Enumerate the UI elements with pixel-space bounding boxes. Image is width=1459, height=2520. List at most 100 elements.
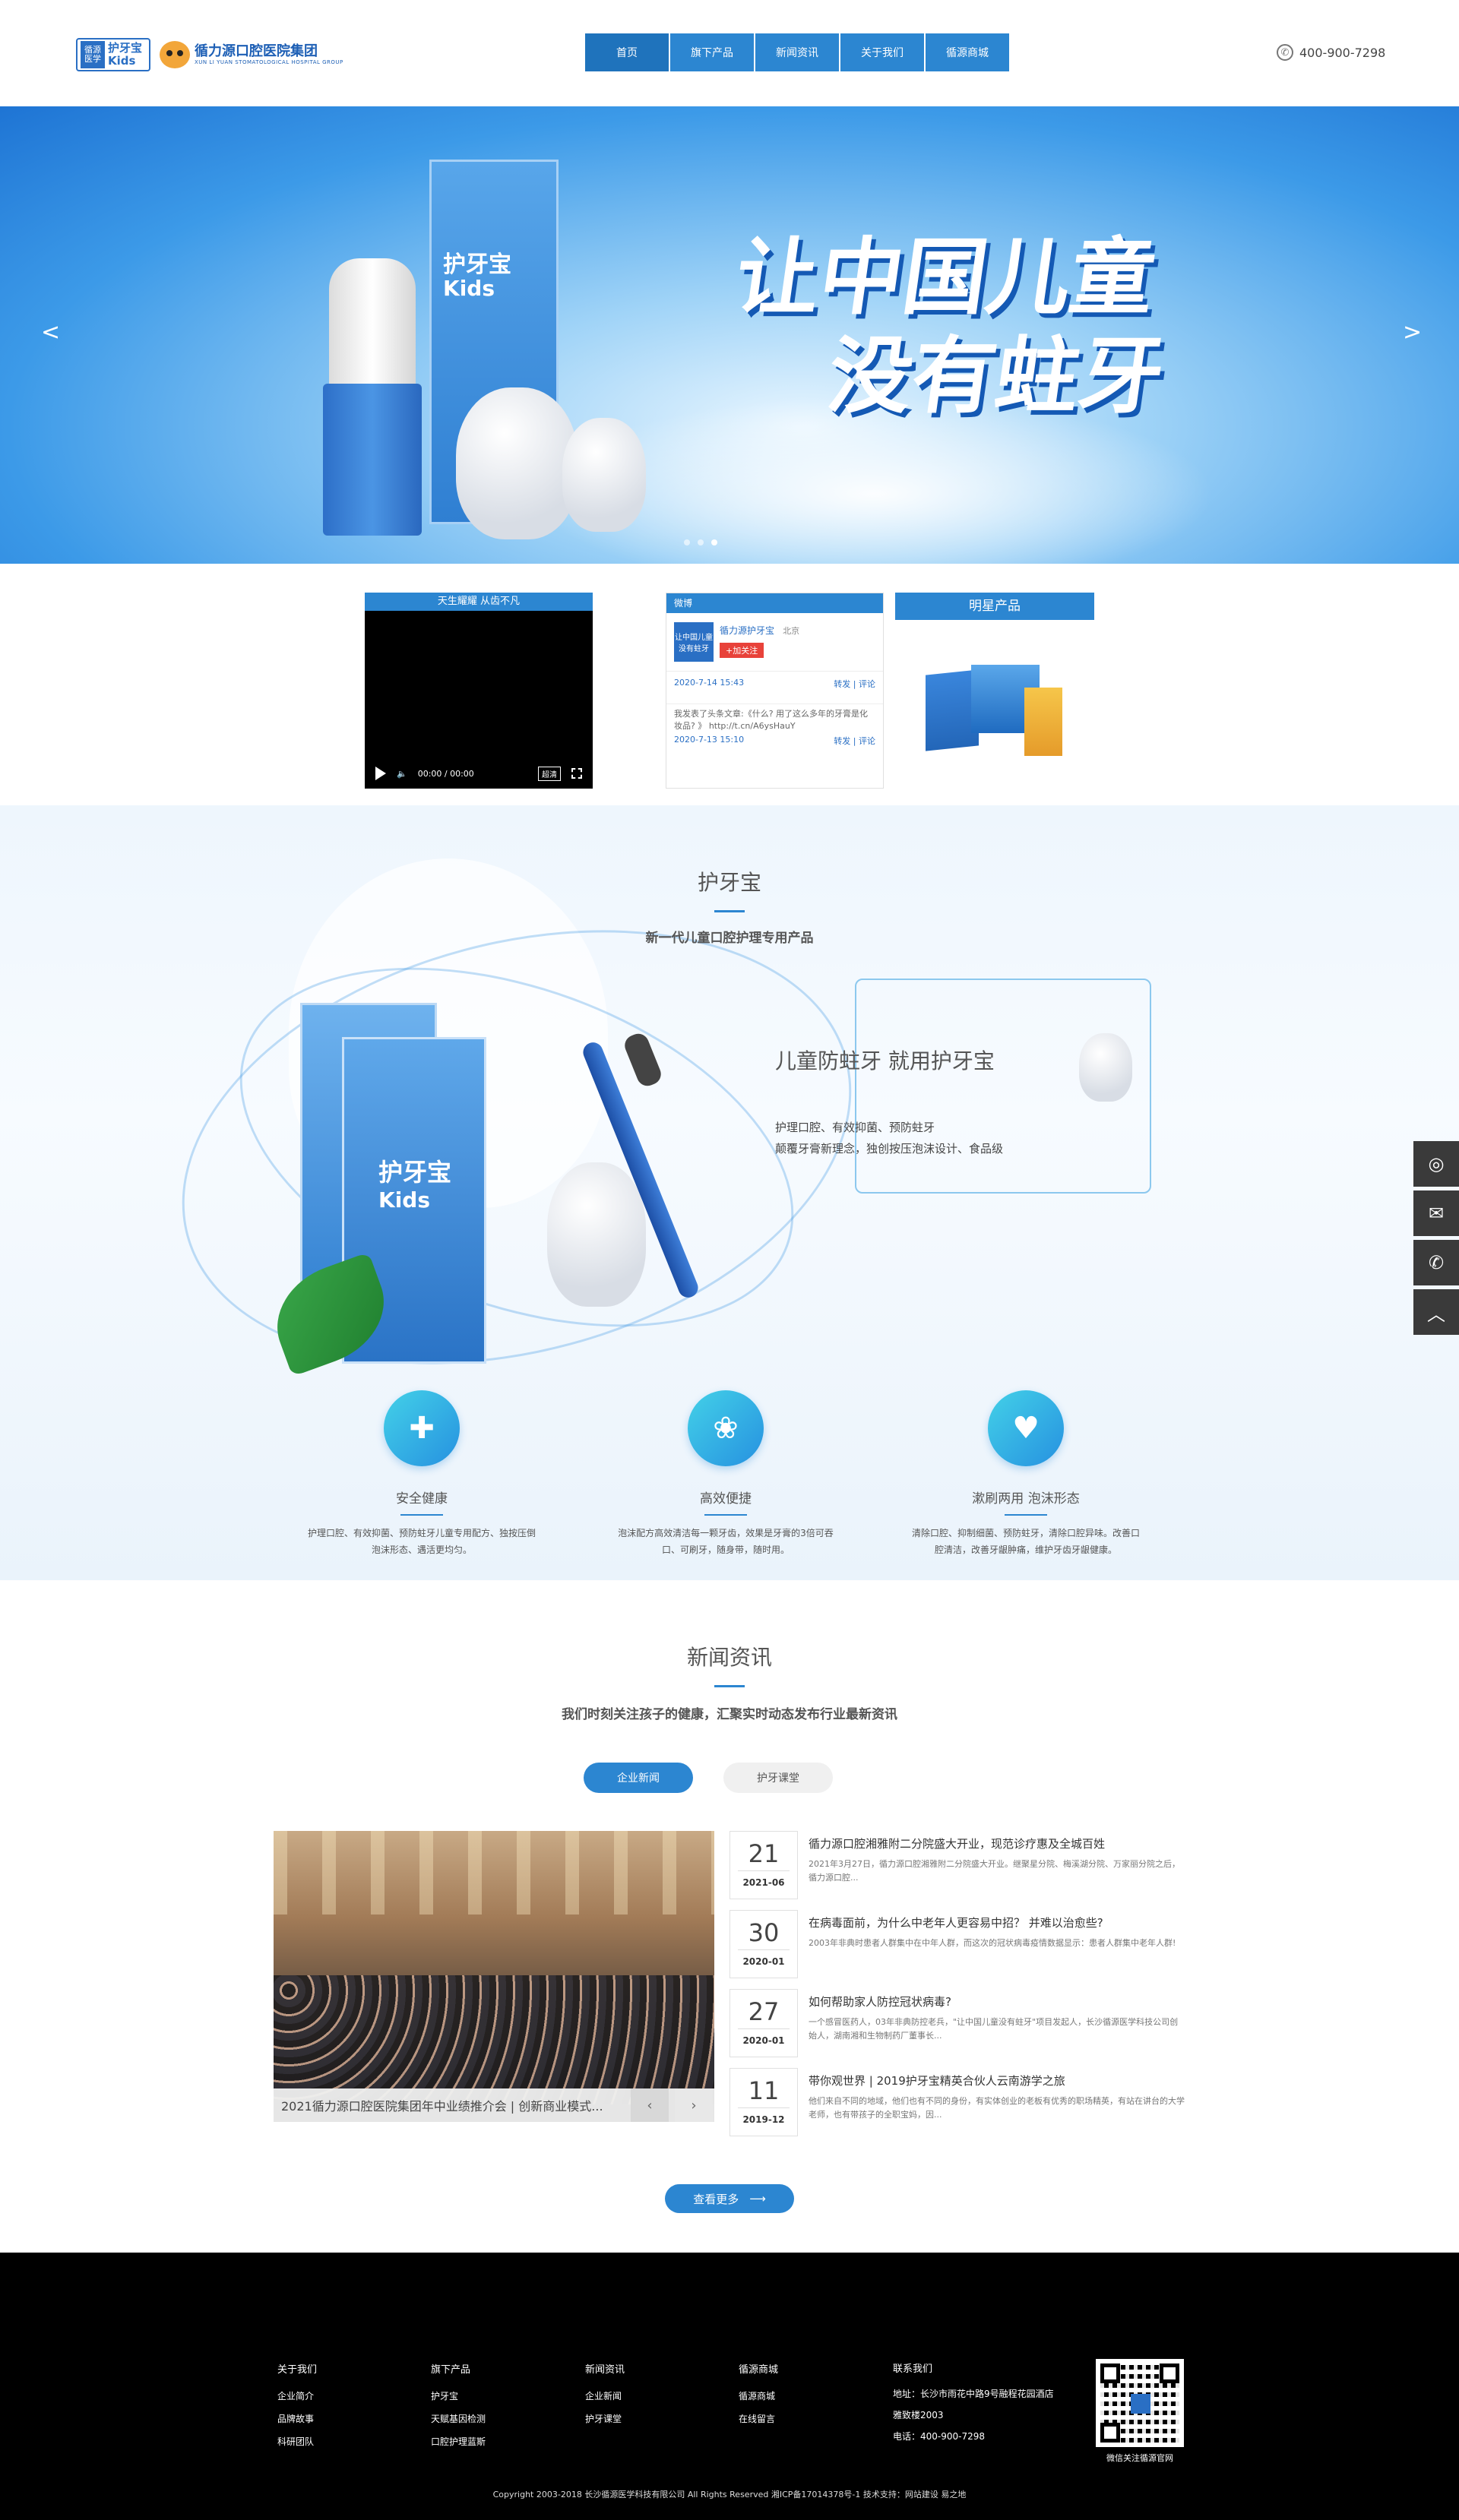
callout-line1: 护理口腔、有效抑菌、预防蛀牙 — [775, 1121, 935, 1134]
callout-line2: 颠覆牙膏新理念，独创按压泡沫设计、食品级 — [775, 1142, 1004, 1156]
qr-caption: 微信关注循源官网 — [1106, 2453, 1173, 2463]
footer-col-head[interactable]: 循源商城 — [739, 2359, 778, 2382]
feature-card: ✚ 安全健康 护理口腔、有效抑菌、预防蛀牙儿童专用配方、独按压倒泡沫形态、遇活更… — [300, 1390, 543, 1558]
header-phone[interactable]: ✆ 400-900-7298 — [1277, 44, 1385, 61]
fullscreen-icon[interactable] — [571, 768, 582, 779]
footer-link[interactable]: 循源商城 — [739, 2385, 778, 2408]
news-list: 21 2021-06 循力源口腔湘雅附二分院盛大开业，现范诊疗惠及全城百姓 20… — [730, 1831, 1185, 2147]
wechat-float-button[interactable]: ✉ — [1413, 1190, 1459, 1236]
feature-desc: 清除口腔、抑制细菌、预防蛀牙，清除口腔异味。改善口腔清洁，改善牙龈肿痛，维护牙齿… — [912, 1528, 1141, 1555]
star-product-widget[interactable]: 明星产品 — [895, 593, 1094, 789]
news-date: 27 2020-01 — [730, 1989, 798, 2057]
nav-home[interactable]: 首页 — [585, 33, 669, 71]
feature-title: 安全健康 — [396, 1491, 448, 1507]
footer-link[interactable]: 口腔护理蓝斯 — [431, 2430, 486, 2453]
feature-desc: 护理口腔、有效抑菌、预防蛀牙儿童专用配方、独按压倒泡沫形态、遇活更均匀。 — [308, 1528, 536, 1555]
brand-logo: 循源医学 护牙宝 Kids — [76, 38, 150, 71]
weibo-follow-button[interactable]: +加关注 — [720, 643, 764, 658]
nav-about[interactable]: 关于我们 — [840, 33, 924, 71]
news-year-month: 2021-06 — [742, 1877, 785, 1888]
news-item[interactable]: 30 2020-01 在病毒面前，为什么中老年人更容易中招？ 并难以治愈些? 2… — [730, 1910, 1185, 1989]
weibo-location: 北京 — [783, 626, 800, 636]
news-day: 11 — [738, 2069, 790, 2108]
phone-float-button[interactable]: ✆ — [1413, 1240, 1459, 1285]
view-more-button[interactable]: 查看更多 ⟶ — [665, 2184, 794, 2213]
weibo-post-actions[interactable]: 转发 | 评论 — [834, 678, 875, 690]
weibo-post-actions[interactable]: 转发 | 评论 — [834, 735, 875, 747]
qr-finder — [1100, 2363, 1120, 2383]
wechat-icon: ✉ — [1428, 1203, 1445, 1224]
footer-link[interactable]: 天赋基因检测 — [431, 2408, 486, 2430]
nav-shop[interactable]: 循源商城 — [926, 33, 1009, 71]
bottle-cap — [329, 258, 416, 387]
banner-dot-active[interactable] — [711, 539, 717, 545]
star-product-title: 明星产品 — [895, 593, 1094, 620]
weibo-post-date[interactable]: 2020-7-14 15:43 — [674, 678, 744, 690]
group-name: 循力源口腔医院集团 — [195, 43, 318, 59]
news-item-title[interactable]: 带你观世界 | 2019护牙宝精英合伙人云南游学之旅 — [809, 2073, 1185, 2088]
logo[interactable]: 循源医学 护牙宝 Kids 循力源口腔医院集团 XUN LI YUAN STOM… — [76, 38, 343, 71]
footer-col-head[interactable]: 关于我们 — [277, 2359, 317, 2382]
weibo-avatar[interactable]: 让中国儿童没有蛀牙 — [674, 622, 714, 662]
news-item-title[interactable]: 循力源口腔湘雅附二分院盛大开业，现范诊疗惠及全城百姓 — [809, 1835, 1185, 1851]
logo-badge-text: 护牙宝 — [108, 41, 143, 55]
intro-title-underline — [714, 910, 745, 912]
quality-button[interactable]: 超清 — [538, 766, 561, 781]
play-icon[interactable] — [375, 767, 386, 780]
news-item-summary: 一个感冒医药人，03年非典防控老兵，"让中国儿童没有蛀牙"项目发起人，长沙循源医… — [809, 2017, 1179, 2041]
headline-line2: 没有蛀牙 — [821, 327, 1170, 425]
logo-kids-text: Kids — [108, 54, 136, 68]
footer-link[interactable]: 企业简介 — [277, 2385, 317, 2408]
chevron-right-icon[interactable]: › — [675, 2088, 713, 2122]
qq-float-button[interactable]: ◎ — [1413, 1141, 1459, 1187]
news-item[interactable]: 11 2019-12 带你观世界 | 2019护牙宝精英合伙人云南游学之旅 他们… — [730, 2068, 1185, 2147]
footer-link[interactable]: 企业新闻 — [585, 2385, 625, 2408]
news-featured-photo[interactable]: 2021循力源口腔医院集团年中业绩推介会 | 创新商业模式... ‹ › — [274, 1831, 714, 2122]
kit-box-right — [1024, 688, 1062, 756]
banner-dot[interactable] — [684, 539, 690, 545]
news-item-title[interactable]: 如何帮助家人防控冠状病毒? — [809, 1994, 1185, 2009]
news-item[interactable]: 27 2020-01 如何帮助家人防控冠状病毒? 一个感冒医药人，03年非典防控… — [730, 1989, 1185, 2068]
footer-col-head[interactable]: 新闻资讯 — [585, 2359, 625, 2382]
feature-underline — [704, 1514, 747, 1516]
footer-link[interactable]: 护牙宝 — [431, 2385, 486, 2408]
feature-title: 高效便捷 — [700, 1491, 752, 1507]
weibo-post-date[interactable]: 2020-7-13 15:10 — [674, 735, 744, 747]
banner-dot[interactable] — [698, 539, 704, 545]
weibo-post-text: 我发表了头条文章:《什么? 用了这么多年的牙膏是化妆品? 》 http://t.… — [674, 709, 869, 731]
news-item[interactable]: 21 2021-06 循力源口腔湘雅附二分院盛大开业，现范诊疗惠及全城百姓 20… — [730, 1831, 1185, 1910]
phone-icon: ✆ — [1428, 1252, 1445, 1273]
tab-company-news[interactable]: 企业新闻 — [584, 1763, 693, 1793]
bottle-body — [323, 384, 422, 536]
news-item-title[interactable]: 在病毒面前，为什么中老年人更容易中招？ 并难以治愈些? — [809, 1915, 1185, 1930]
back-to-top-button[interactable]: ︿ — [1413, 1289, 1459, 1335]
footer-col-head[interactable]: 旗下产品 — [431, 2359, 486, 2382]
banner-next-arrow[interactable]: > — [1403, 319, 1422, 346]
news-year-month: 2020-01 — [742, 2035, 785, 2046]
footer-link[interactable]: 护牙课堂 — [585, 2408, 625, 2430]
feature-title: 漱刷两用 泡沫形态 — [972, 1491, 1080, 1507]
banner-prev-arrow[interactable]: < — [41, 319, 60, 346]
view-more-label: 查看更多 — [693, 2192, 739, 2206]
news-day: 30 — [738, 1911, 790, 1950]
tab-dental-class[interactable]: 护牙课堂 — [723, 1763, 833, 1793]
footer-link[interactable]: 在线留言 — [739, 2408, 778, 2430]
volume-icon[interactable]: 🔈 — [397, 769, 407, 779]
footer-col-head: 联系我们 — [893, 2363, 933, 2375]
chevron-left-icon[interactable]: ‹ — [631, 2088, 669, 2122]
nav-products[interactable]: 旗下产品 — [670, 33, 754, 71]
nav-news[interactable]: 新闻资讯 — [755, 33, 839, 71]
news-date: 30 2020-01 — [730, 1910, 798, 1978]
weibo-widget: 微博 让中国儿童没有蛀牙 循力源护牙宝 北京 +加关注 2020-7-14 15… — [666, 593, 884, 789]
weibo-name[interactable]: 循力源护牙宝 — [720, 625, 774, 636]
tooth-mascot-large — [456, 387, 578, 539]
footer-col-products: 旗下产品 护牙宝 天赋基因检测 口腔护理蓝斯 — [431, 2359, 486, 2453]
weibo-post: 2020-7-14 15:43 转发 | 评论 — [666, 671, 883, 693]
product-intro-section: 护牙宝 新一代儿童口腔护理专用产品 护牙宝 Kids 儿童防蛀牙 就用护牙宝 护… — [0, 805, 1459, 1580]
video-player[interactable]: 天生耀耀 从齿不凡 🔈 00:00 / 00:00 超清 — [365, 593, 593, 789]
news-date: 21 2021-06 — [730, 1831, 798, 1899]
news-title: 新闻资讯 — [686, 1645, 772, 1670]
footer-link[interactable]: 科研团队 — [277, 2430, 317, 2453]
banner-dots — [684, 539, 717, 545]
footer-link[interactable]: 品牌故事 — [277, 2408, 317, 2430]
